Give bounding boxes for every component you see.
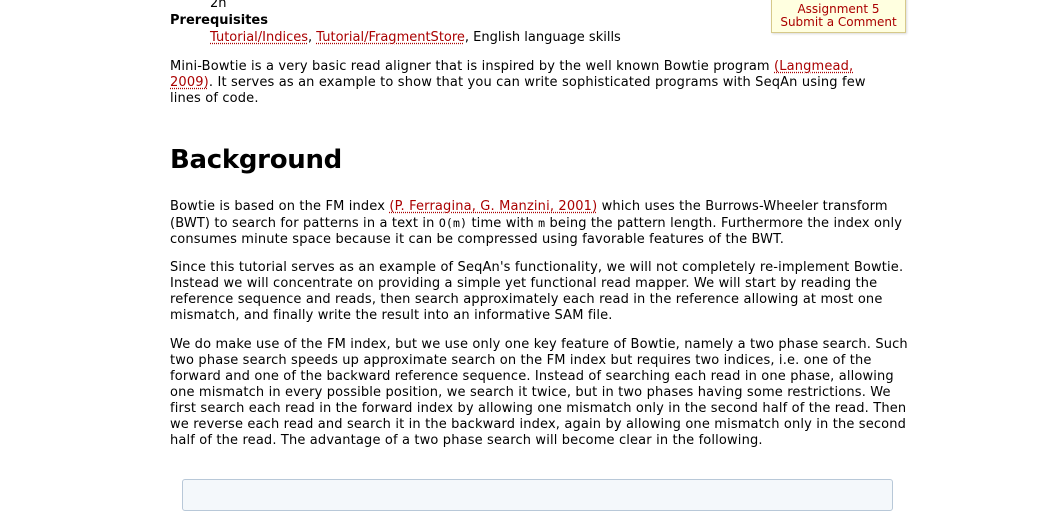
para1-text-c: time with bbox=[467, 216, 539, 231]
background-paragraph-2: Since this tutorial serves as an example… bbox=[170, 260, 904, 323]
intro-text-tail: . It serves as an example to show that y… bbox=[170, 75, 866, 106]
code-block bbox=[182, 479, 893, 511]
background-paragraph-3: We do make use of the FM index, but we u… bbox=[170, 337, 908, 448]
submit-comment-link[interactable]: Submit a Comment bbox=[772, 16, 905, 29]
duration-value: 2h bbox=[210, 0, 227, 11]
background-paragraph-1: Bowtie is based on the FM index (P. Ferr… bbox=[170, 199, 905, 248]
prerequisites-list: Tutorial/Indices, Tutorial/FragmentStore… bbox=[210, 30, 621, 46]
prereq-link-fragmentstore[interactable]: Tutorial/FragmentStore bbox=[316, 30, 465, 45]
section-title-background: Background bbox=[170, 145, 342, 175]
intro-text: Mini-Bowtie is a very basic read aligner… bbox=[170, 59, 775, 74]
code-big-o: O(m) bbox=[438, 216, 468, 230]
prereq-link-indices[interactable]: Tutorial/Indices bbox=[210, 30, 308, 45]
citation-ferragina[interactable]: (P. Ferragina, G. Manzini, 2001) bbox=[389, 199, 597, 214]
prerequisites-heading: Prerequisites bbox=[170, 13, 268, 28]
intro-paragraph: Mini-Bowtie is a very basic read aligner… bbox=[170, 59, 890, 107]
prereq-tail: , English language skills bbox=[464, 30, 621, 45]
assignment-sidebox: Assignment 5 Submit a Comment bbox=[771, 0, 906, 33]
para1-text-a: Bowtie is based on the FM index bbox=[170, 199, 390, 214]
